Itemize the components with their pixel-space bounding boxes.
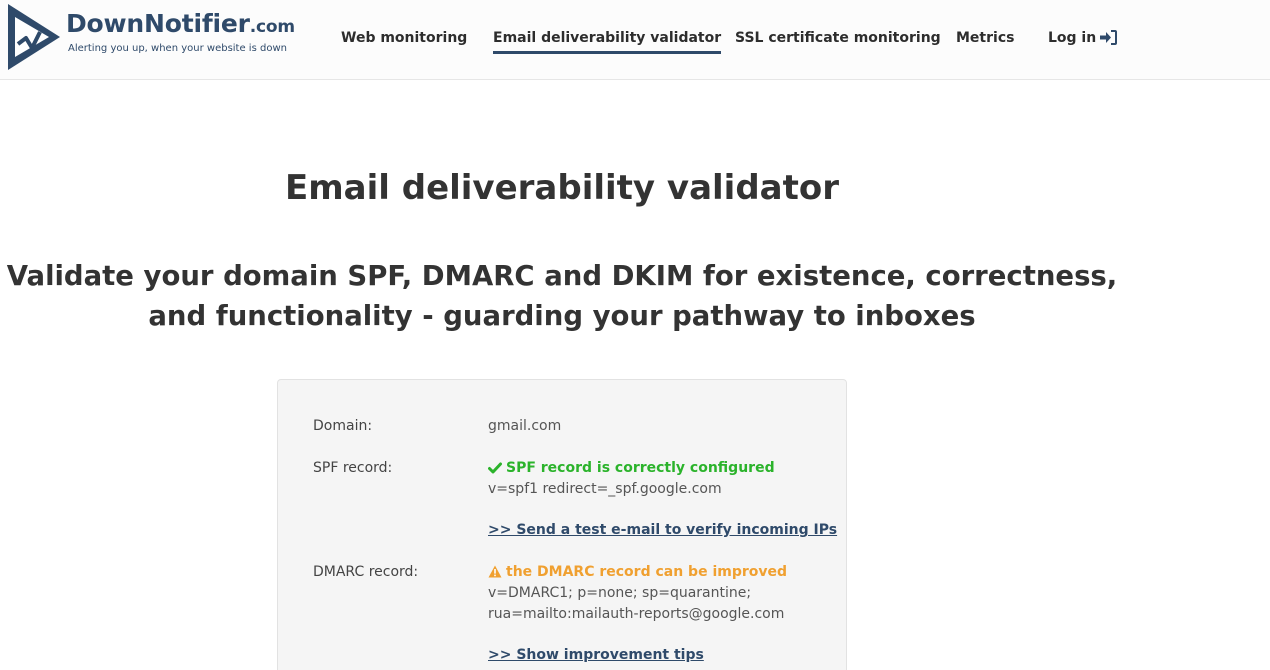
dmarc-label: DMARC record: <box>313 564 419 580</box>
logo-mark-icon <box>8 4 60 70</box>
domain-label: Domain: <box>313 418 373 434</box>
warning-icon <box>488 565 502 578</box>
check-icon <box>488 462 502 474</box>
nav-log-in[interactable]: Log in <box>1048 28 1096 48</box>
domain-value: gmail.com <box>488 418 562 434</box>
spf-label: SPF record: <box>313 460 393 476</box>
page-subtitle: Validate your domain SPF, DMARC and DKIM… <box>0 256 1124 336</box>
send-test-email-link[interactable]: >> Send a test e-mail to verify incoming… <box>488 520 837 540</box>
site-header: DownNotifier.com Alerting you up, when y… <box>0 0 1270 80</box>
spf-status: SPF record is correctly configured <box>488 458 775 479</box>
page-subtitle-line-1: Validate your domain SPF, DMARC and DKIM… <box>6 260 1118 292</box>
page-subtitle-line-2: and functionality - guarding your pathwa… <box>148 300 976 332</box>
nav-metrics[interactable]: Metrics <box>956 28 1014 48</box>
spf-record: v=spf1 redirect=_spf.google.com <box>488 481 722 497</box>
nav-ssl-certificate-monitoring[interactable]: SSL certificate monitoring <box>735 28 941 48</box>
sign-in-icon[interactable] <box>1100 30 1117 45</box>
nav-web-monitoring[interactable]: Web monitoring <box>341 28 467 48</box>
dmarc-status-text: the DMARC record can be improved <box>506 564 788 580</box>
show-improvement-tips-link[interactable]: >> Show improvement tips <box>488 645 704 665</box>
dmarc-record-line-2: rua=mailto:mailauth-reports@google.com <box>488 606 785 622</box>
dmarc-status: the DMARC record can be improved <box>488 562 787 583</box>
validation-result-card: Domain: gmail.com SPF record: SPF record… <box>277 379 847 670</box>
logo-tagline: Alerting you up, when your website is do… <box>68 43 287 54</box>
spf-status-text: SPF record is correctly configured <box>506 460 775 476</box>
logo-wordmark: DownNotifier.com <box>66 9 295 38</box>
nav-email-deliverability-validator[interactable]: Email deliverability validator <box>493 28 722 54</box>
dmarc-record-line-1: v=DMARC1; p=none; sp=quarantine; <box>488 585 752 601</box>
page-title: Email deliverability validator <box>284 168 839 208</box>
